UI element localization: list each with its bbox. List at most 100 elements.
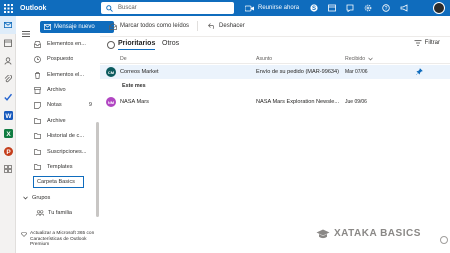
powerpoint-icon[interactable]: P [0,142,16,160]
inbox-icon [34,40,41,48]
folder-icon [34,164,41,170]
column-from[interactable]: De [120,56,127,62]
settings-icon[interactable] [359,0,377,16]
word-icon[interactable]: W [0,106,16,124]
folder-templates[interactable]: Templates [34,161,100,173]
groups-header[interactable]: Grupos [23,195,50,201]
app-name[interactable]: Outlook [20,5,100,12]
compose-icon [44,24,51,30]
megaphone-icon[interactable] [395,0,413,16]
message-date: Jue 09/06 [345,99,367,105]
select-all-checkbox[interactable] [107,41,115,49]
folder-pane: Mensaje nuevo Elementos en... Pospuesto … [16,16,114,253]
hamburger-menu-icon[interactable] [22,24,30,42]
mail-icon[interactable] [0,16,16,34]
video-camera-icon [245,5,254,11]
folder-label: Historial de c... [47,133,84,139]
excel-icon[interactable]: X [0,124,16,142]
top-bar-actions: S ? [305,0,413,16]
unread-count: 9 [88,102,92,108]
filter-icon [414,40,422,46]
upgrade-text: Actualizar a Microsoft 365 con Caracterí… [30,231,95,248]
column-received[interactable]: Recibido [345,56,373,62]
search-input[interactable]: Buscar [101,2,234,14]
app-launcher-icon[interactable] [0,0,16,16]
column-received-label: Recibido [345,56,366,62]
meet-now-label: Reunirse ahora [258,5,300,11]
mark-all-read-button[interactable]: Marcar todos como leídos [109,22,190,30]
archive-icon [34,86,41,94]
folder-label: Elementos el... [47,72,84,78]
people-icon[interactable] [0,52,16,70]
command-separator [197,21,199,31]
svg-text:?: ? [385,6,388,12]
new-folder-input[interactable]: Carpeta Basics [33,176,84,188]
watermark: XATAKA BASICS [316,228,421,239]
search-icon [106,4,113,12]
svg-text:X: X [6,131,11,138]
filter-button[interactable]: Filtrar [414,40,440,46]
folder-scrollbar[interactable] [96,122,99,217]
help-icon[interactable]: ? [377,0,395,16]
envelope-open-icon [109,22,117,30]
folder-label: Pospuesto [47,56,74,62]
folder-subscriptions[interactable]: Suscripciones... [34,146,100,158]
sender-avatar: NM [106,97,116,107]
message-from: Correos Market [120,69,159,75]
new-folder-value: Carpeta Basics [37,179,75,185]
tab-other[interactable]: Otros [162,40,179,47]
skype-icon[interactable]: S [305,0,323,16]
folder-deleted[interactable]: Elementos el... [34,69,100,81]
undo-label: Deshacer [219,23,245,29]
folder-inbox[interactable]: Elementos en... [34,38,100,50]
diamond-icon [21,232,27,237]
attach-icon[interactable] [0,70,16,88]
folder-label: Archivo [47,87,66,93]
list-divider [100,63,450,64]
groups-label: Grupos [32,195,51,201]
filter-label: Filtrar [424,40,440,46]
mark-all-read-label: Marcar todos como leídos [120,23,190,29]
chevron-down-icon [23,196,28,200]
message-row[interactable]: CM Correos Market Envío de su pedido (MA… [100,65,450,79]
folder-history[interactable]: Historial de c... [34,130,100,142]
folder-icon [34,133,41,139]
message-from: NASA Mars [120,99,149,105]
note-icon [34,101,41,109]
column-subject[interactable]: Asunto [256,56,272,62]
trash-icon [35,71,40,79]
calendar-icon[interactable] [0,34,16,52]
graduation-cap-icon [316,229,330,238]
svg-text:S: S [312,6,316,12]
calendar-share-icon[interactable] [323,0,341,16]
folder-label: Archive [47,118,66,124]
svg-text:P: P [6,149,11,156]
tab-focused[interactable]: Prioritarios [118,40,156,50]
new-mail-label: Mensaje nuevo [54,24,95,30]
family-label: Tu familia [48,210,73,216]
folder-snoozed[interactable]: Pospuesto [34,53,100,65]
folder-label: Suscripciones... [47,149,87,155]
sender-avatar: CM [106,67,116,77]
folder-label: Notas [47,102,62,108]
meet-now-button[interactable]: Reunirse ahora [245,0,299,16]
whatsnew-icon[interactable] [341,0,359,16]
outlook-window: Outlook Buscar Reunirse ahora S ? W X P … [0,0,450,253]
command-bar: Marcar todos como leídos Deshacer [100,16,450,36]
message-row[interactable]: NM NASA Mars NASA Mars Exploration Newsl… [100,95,450,109]
message-list-header: Prioritarios Otros Filtrar [100,36,450,54]
group-family[interactable]: Tu familia [36,210,72,216]
upgrade-promo[interactable]: Actualizar a Microsoft 365 con Caracterí… [21,231,101,248]
user-avatar[interactable] [433,2,445,14]
svg-text:W: W [5,113,12,120]
folder-archivo[interactable]: Archivo [34,84,100,96]
pin-icon[interactable] [416,68,423,75]
folder-archive[interactable]: Archive [34,115,100,127]
todo-icon[interactable] [0,88,16,106]
undo-button[interactable]: Deshacer [208,23,245,29]
more-apps-icon[interactable] [0,160,16,178]
watermark-text: XATAKA BASICS [334,228,421,239]
clock-icon [34,55,41,63]
folder-notas[interactable]: Notas 9 [34,99,100,111]
folder-label: Templates [47,164,73,170]
